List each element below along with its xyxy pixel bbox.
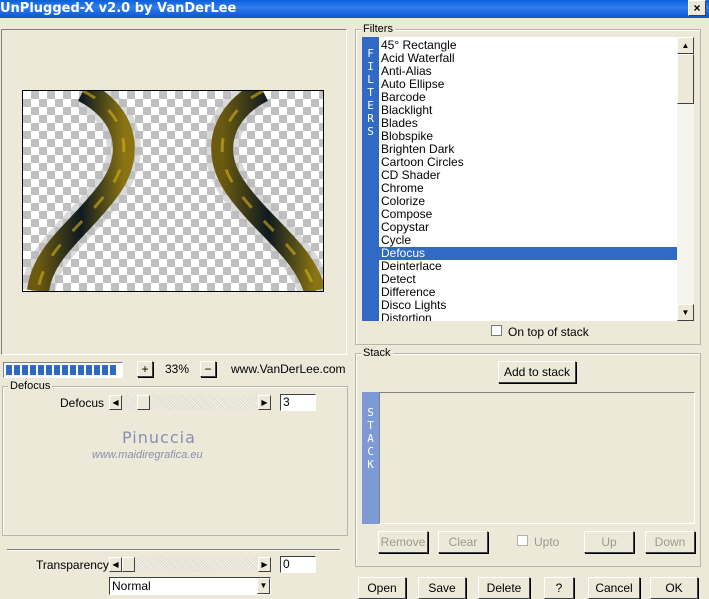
arrow-left-icon: ◀ bbox=[112, 560, 119, 569]
remove-button[interactable]: Remove bbox=[378, 531, 428, 553]
side-letter: K bbox=[367, 458, 374, 471]
help-button[interactable]: ? bbox=[544, 577, 574, 599]
delete-button[interactable]: Delete bbox=[478, 577, 530, 599]
side-letter: S bbox=[367, 125, 374, 138]
filter-item[interactable]: Blacklight bbox=[379, 104, 677, 117]
progress-segment bbox=[54, 365, 60, 375]
filters-scrollbar[interactable]: ▲ ▼ bbox=[677, 37, 694, 321]
transparency-increase-button[interactable]: ▶ bbox=[258, 557, 271, 572]
save-button[interactable]: Save bbox=[418, 577, 466, 599]
filter-item[interactable]: Deinterlace bbox=[379, 260, 677, 273]
blend-mode-select[interactable]: Normal ▼ bbox=[109, 577, 271, 595]
ok-button[interactable]: OK bbox=[650, 577, 698, 599]
transparency-decrease-button[interactable]: ◀ bbox=[109, 557, 122, 572]
defocus-slider-thumb[interactable] bbox=[136, 395, 150, 410]
stack-list[interactable] bbox=[379, 392, 695, 524]
on-top-label: On top of stack bbox=[508, 325, 589, 339]
progress-segment bbox=[94, 365, 100, 375]
transparency-slider-track[interactable] bbox=[122, 557, 259, 572]
preview-artwork bbox=[23, 91, 323, 291]
scroll-up-icon[interactable]: ▲ bbox=[677, 37, 694, 54]
progress-segment bbox=[102, 365, 108, 375]
on-top-checkbox[interactable] bbox=[491, 325, 502, 336]
progress-segment bbox=[46, 365, 52, 375]
add-to-stack-button[interactable]: Add to stack bbox=[498, 361, 576, 383]
progress-segment bbox=[38, 365, 44, 375]
side-letter: S bbox=[367, 406, 374, 419]
side-letter: F bbox=[367, 47, 374, 60]
progress-segment bbox=[70, 365, 76, 375]
transparency-slider-thumb[interactable] bbox=[122, 557, 135, 572]
side-letter: A bbox=[367, 432, 374, 445]
zoom-out-button[interactable]: − bbox=[200, 361, 216, 377]
progress-segment bbox=[30, 365, 36, 375]
progress-segment bbox=[110, 365, 116, 375]
side-letter: E bbox=[367, 99, 374, 112]
stack-side-strip: STACK bbox=[362, 392, 379, 524]
chevron-down-icon[interactable]: ▼ bbox=[257, 578, 270, 594]
plus-icon: + bbox=[141, 362, 149, 376]
open-button[interactable]: Open bbox=[358, 577, 406, 599]
clear-button[interactable]: Clear bbox=[438, 531, 488, 553]
down-button[interactable]: Down bbox=[645, 531, 695, 553]
watermark-name: Pinuccia bbox=[122, 428, 196, 447]
transparency-label: Transparency bbox=[36, 558, 109, 572]
cancel-button[interactable]: Cancel bbox=[588, 577, 640, 599]
scroll-thumb[interactable] bbox=[677, 54, 694, 104]
website-link[interactable]: www.VanDerLee.com bbox=[231, 362, 346, 376]
blend-mode-value: Normal bbox=[112, 579, 151, 593]
arrow-right-icon: ▶ bbox=[261, 560, 268, 569]
preview-image bbox=[22, 90, 324, 292]
minus-icon: − bbox=[204, 362, 212, 376]
defocus-increase-button[interactable]: ▶ bbox=[258, 395, 271, 410]
scroll-down-icon[interactable]: ▼ bbox=[677, 304, 694, 321]
filter-item[interactable]: Copystar bbox=[379, 221, 677, 234]
filters-side-strip: FILTERS bbox=[362, 37, 379, 321]
upto-label: Upto bbox=[534, 535, 560, 549]
filter-item[interactable]: Distortion bbox=[379, 312, 677, 322]
progress-segment bbox=[62, 365, 68, 375]
progress-segment bbox=[22, 365, 28, 375]
close-button[interactable]: × bbox=[688, 0, 706, 16]
progress-bar bbox=[3, 362, 123, 378]
transparency-value-field[interactable]: 0 bbox=[280, 556, 316, 573]
side-letter: C bbox=[367, 445, 374, 458]
filter-params-label: Defocus bbox=[8, 380, 53, 392]
filters-list[interactable]: 45° Rectangle Acid Waterfall Anti-Alias Aut… bbox=[379, 37, 677, 321]
upto-checkbox[interactable] bbox=[517, 535, 528, 546]
defocus-label: Defocus bbox=[60, 396, 105, 410]
separator-line bbox=[7, 549, 340, 551]
window-title: UnPlugged-X v2.0 by VanDerLee bbox=[0, 1, 237, 16]
up-button[interactable]: Up bbox=[584, 531, 634, 553]
stack-group-label: Stack bbox=[361, 347, 393, 359]
side-letter: T bbox=[367, 419, 374, 432]
arrow-right-icon: ▶ bbox=[261, 398, 268, 407]
defocus-decrease-button[interactable]: ◀ bbox=[109, 395, 122, 410]
filters-group-label: Filters bbox=[361, 23, 395, 35]
close-icon: × bbox=[693, 1, 701, 15]
zoom-value: 33% bbox=[164, 362, 190, 376]
side-letter: T bbox=[367, 86, 374, 99]
side-letter: I bbox=[367, 60, 374, 73]
progress-segment bbox=[86, 365, 92, 375]
side-letter: R bbox=[367, 112, 374, 125]
defocus-value-field[interactable]: 3 bbox=[280, 394, 316, 411]
watermark-url: www.maidiregrafica.eu bbox=[92, 449, 203, 461]
zoom-in-button[interactable]: + bbox=[137, 361, 153, 377]
progress-segment bbox=[6, 365, 12, 375]
progress-segment bbox=[14, 365, 20, 375]
arrow-left-icon: ◀ bbox=[112, 398, 119, 407]
progress-segment bbox=[78, 365, 84, 375]
side-letter: L bbox=[367, 73, 374, 86]
